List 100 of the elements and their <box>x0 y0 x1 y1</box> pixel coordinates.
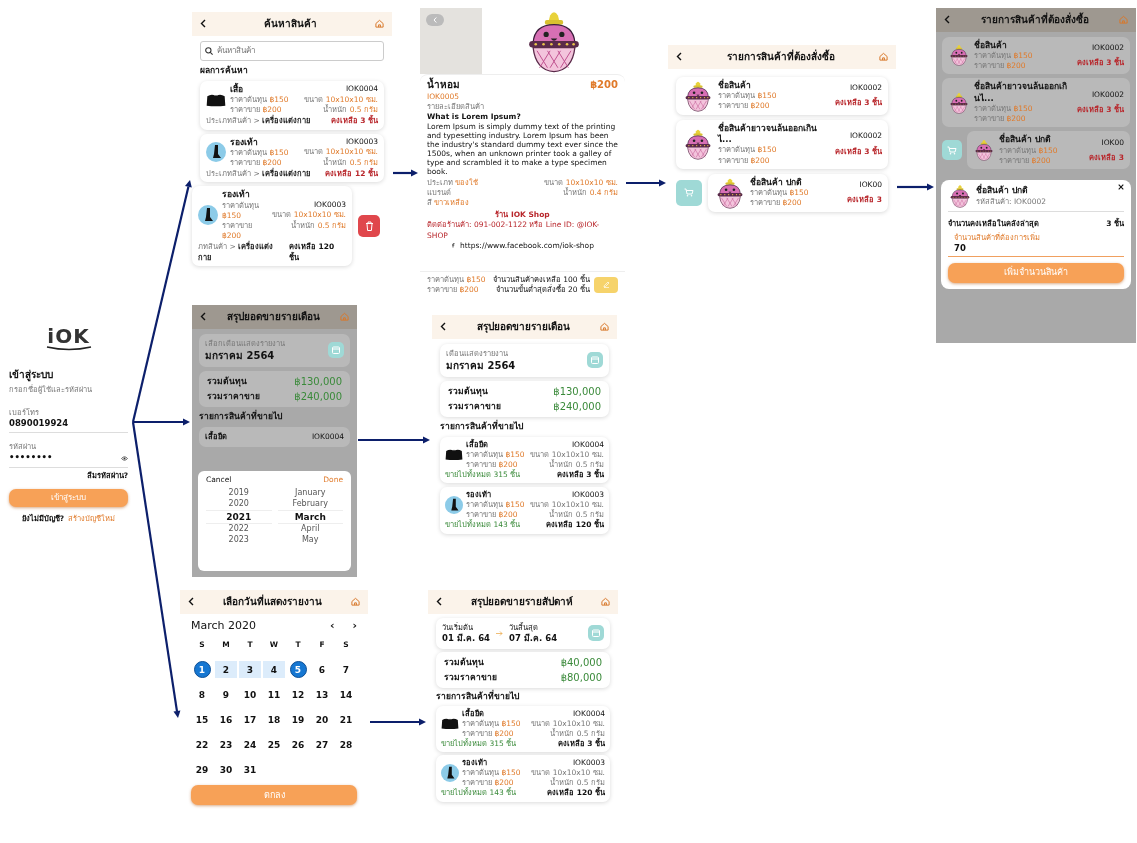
month-option[interactable]: May <box>277 534 343 546</box>
calendar-day[interactable]: 12 <box>287 686 309 704</box>
arrow-icon <box>496 630 504 636</box>
year-option[interactable]: 2019 <box>206 488 272 499</box>
calendar-day[interactable]: 30 <box>215 761 237 779</box>
calendar-day[interactable]: 27 <box>311 736 333 754</box>
total-cost-label: รวมต้นทุน <box>448 386 488 398</box>
calendar-day[interactable]: 22 <box>191 736 213 754</box>
home-icon[interactable] <box>351 597 360 607</box>
month-value: มกราคม 2564 <box>446 358 517 373</box>
home-icon[interactable] <box>375 19 384 29</box>
screen-title: สรุปยอดขายรายเดือน <box>476 320 570 334</box>
product-name: ชื่อสินค้า <box>974 39 1008 51</box>
calendar-day[interactable]: 3 <box>239 661 261 679</box>
back-icon[interactable] <box>440 322 446 332</box>
product-name: ชื่อสินค้ายาวจนล้นออกเกินไ... <box>718 122 818 145</box>
flow-arrow <box>393 169 418 177</box>
year-option[interactable]: 2023 <box>206 534 272 546</box>
shirt-photo <box>445 448 463 462</box>
calendar-day[interactable]: 13 <box>311 686 333 704</box>
pencil-icon <box>602 281 610 289</box>
month-option[interactable]: March <box>277 509 343 524</box>
trash-icon <box>364 221 374 232</box>
product-name: ชื่อสินค้า ปกติ <box>750 176 803 188</box>
calendar-day[interactable]: 10 <box>239 686 261 704</box>
logo-swoosh <box>45 346 92 351</box>
year-option[interactable]: 2022 <box>206 523 272 535</box>
total-sale-label: รวมราคาขาย <box>207 390 260 403</box>
shirt-photo <box>441 717 459 731</box>
cart-button[interactable] <box>942 140 962 161</box>
prev-month-button[interactable]: ‹ <box>329 618 335 634</box>
calendar-day[interactable]: 6 <box>311 661 333 679</box>
calendar-day[interactable]: 18 <box>263 711 285 729</box>
flow-arrow <box>358 436 430 444</box>
calendar-button[interactable] <box>588 625 604 642</box>
next-month-button[interactable]: › <box>352 618 357 634</box>
calendar-day[interactable]: 19 <box>287 711 309 729</box>
field-value: 70 <box>954 243 967 255</box>
year-option[interactable]: 2020 <box>206 498 272 510</box>
edit-button[interactable] <box>594 276 618 293</box>
section-title: รายการสินค้าที่ขายไป <box>440 421 524 433</box>
total-cost-value: ฿40,000 <box>560 656 602 670</box>
section-title: ผลการค้นหา <box>200 65 249 77</box>
back-icon[interactable] <box>676 52 682 62</box>
close-icon[interactable] <box>1118 184 1124 191</box>
back-button[interactable] <box>426 14 444 26</box>
delete-button[interactable] <box>358 215 380 238</box>
calendar-day[interactable]: 8 <box>191 686 213 704</box>
back-icon[interactable] <box>200 19 206 29</box>
section-title: รายการสินค้าที่ขายไป <box>199 411 283 423</box>
screen-title: เลือกวันที่แสดงรายงาน <box>223 595 322 609</box>
month-option[interactable]: February <box>277 498 343 510</box>
year-option[interactable]: 2021 <box>206 509 272 524</box>
calendar-day[interactable]: 21 <box>335 711 357 729</box>
end-date-value: 07 มี.ค. 64 <box>509 632 559 645</box>
back-icon[interactable] <box>188 597 194 607</box>
calendar-day[interactable]: 23 <box>215 736 237 754</box>
calendar-day[interactable]: 26 <box>287 736 309 754</box>
cart-button[interactable] <box>676 179 702 206</box>
mascot-drawing <box>948 91 970 114</box>
search-field[interactable]: ค้นหาสินค้า <box>200 40 384 62</box>
calendar-day[interactable]: 16 <box>215 711 237 729</box>
calendar-day[interactable]: 24 <box>239 736 261 754</box>
calendar-day[interactable]: 11 <box>263 686 285 704</box>
calendar-icon <box>591 356 599 365</box>
back-icon[interactable] <box>944 15 950 25</box>
calendar-day[interactable]: 25 <box>263 736 285 754</box>
screen-title: รายการสินค้าที่ต้องสั่งซื้อ <box>726 50 835 64</box>
total-sale-value: ฿80,000 <box>560 670 602 685</box>
calendar-day[interactable]: 7 <box>335 661 357 679</box>
back-icon[interactable] <box>200 312 206 322</box>
calendar-month: March 2020 <box>191 618 258 634</box>
total-sale-label: รวมราคาขาย <box>444 671 497 684</box>
calendar-day[interactable]: 9 <box>215 686 237 704</box>
total-cost-value: ฿130,000 <box>553 385 601 399</box>
calendar-day[interactable]: 14 <box>335 686 357 704</box>
logo-text: iOK <box>47 326 90 346</box>
calendar-button[interactable] <box>328 342 344 359</box>
calendar-day[interactable]: 4 <box>263 661 285 679</box>
product-name: ชื่อสินค้า ปกติ <box>976 185 1029 197</box>
calendar-day[interactable]: 31 <box>239 761 261 779</box>
eye-icon[interactable] <box>121 455 128 461</box>
calendar-day[interactable]: 15 <box>191 711 213 729</box>
calendar-day[interactable]: 5 <box>289 661 307 679</box>
month-option[interactable]: April <box>277 523 343 535</box>
cart-icon <box>947 145 957 155</box>
calendar-button[interactable] <box>587 352 603 369</box>
calendar-day[interactable]: 2 <box>215 661 237 679</box>
calendar-day[interactable]: 29 <box>191 761 213 779</box>
home-icon[interactable] <box>601 597 610 607</box>
calendar-day[interactable]: 17 <box>239 711 261 729</box>
home-icon[interactable] <box>879 52 888 62</box>
calendar-day[interactable]: 1 <box>193 661 211 679</box>
back-icon[interactable] <box>436 597 442 607</box>
month-option[interactable]: January <box>277 488 343 499</box>
calendar-day[interactable]: 28 <box>335 736 357 754</box>
calendar-day[interactable]: 20 <box>311 711 333 729</box>
home-icon[interactable] <box>600 322 609 332</box>
start-date-value: 01 มี.ค. 64 <box>442 632 491 645</box>
shoe-photo <box>206 142 226 163</box>
